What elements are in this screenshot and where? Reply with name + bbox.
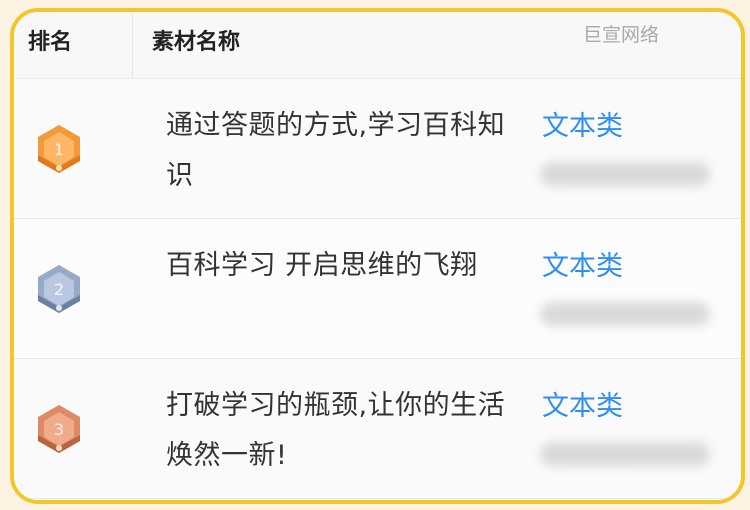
blurred-info [540, 302, 710, 326]
blurred-info [540, 442, 710, 466]
category-link[interactable]: 文本类 [542, 244, 623, 283]
name-column-header: 素材名称 [152, 30, 241, 55]
table-row[interactable]: 3 打破学习的瓶颈,让你的生活焕然一新! 文本类 [14, 359, 741, 499]
bronze-medal-icon: 3 [38, 405, 80, 453]
medal-rank-number: 1 [54, 140, 64, 159]
header-divider [132, 12, 133, 78]
material-title[interactable]: 通过答题的方式,学习百科知识 [166, 101, 511, 201]
table-row[interactable]: 1 通过答题的方式,学习百科知识 文本类 [14, 79, 741, 219]
material-title[interactable]: 百科学习 开启思维的飞翔 [166, 241, 511, 291]
medal-rank-number: 3 [54, 420, 64, 439]
blurred-info [540, 162, 710, 186]
material-title[interactable]: 打破学习的瓶颈,让你的生活焕然一新! [166, 381, 511, 481]
medal-rank-number: 2 [54, 280, 64, 299]
category-link[interactable]: 文本类 [542, 104, 623, 143]
gold-medal-icon: 1 [38, 125, 80, 173]
rank-column-header: 排名 [28, 30, 73, 55]
table-header: 排名 素材名称 巨宣网络 [14, 12, 741, 79]
table-row[interactable]: 2 百科学习 开启思维的飞翔 文本类 [14, 219, 741, 359]
silver-medal-icon: 2 [38, 265, 80, 313]
ranking-table-card: 排名 素材名称 巨宣网络 1 通过答题的方式,学习百科知识 文本类 2 百科学习… [10, 8, 745, 504]
watermark: 巨宣网络 [582, 24, 659, 46]
category-link[interactable]: 文本类 [542, 384, 623, 423]
